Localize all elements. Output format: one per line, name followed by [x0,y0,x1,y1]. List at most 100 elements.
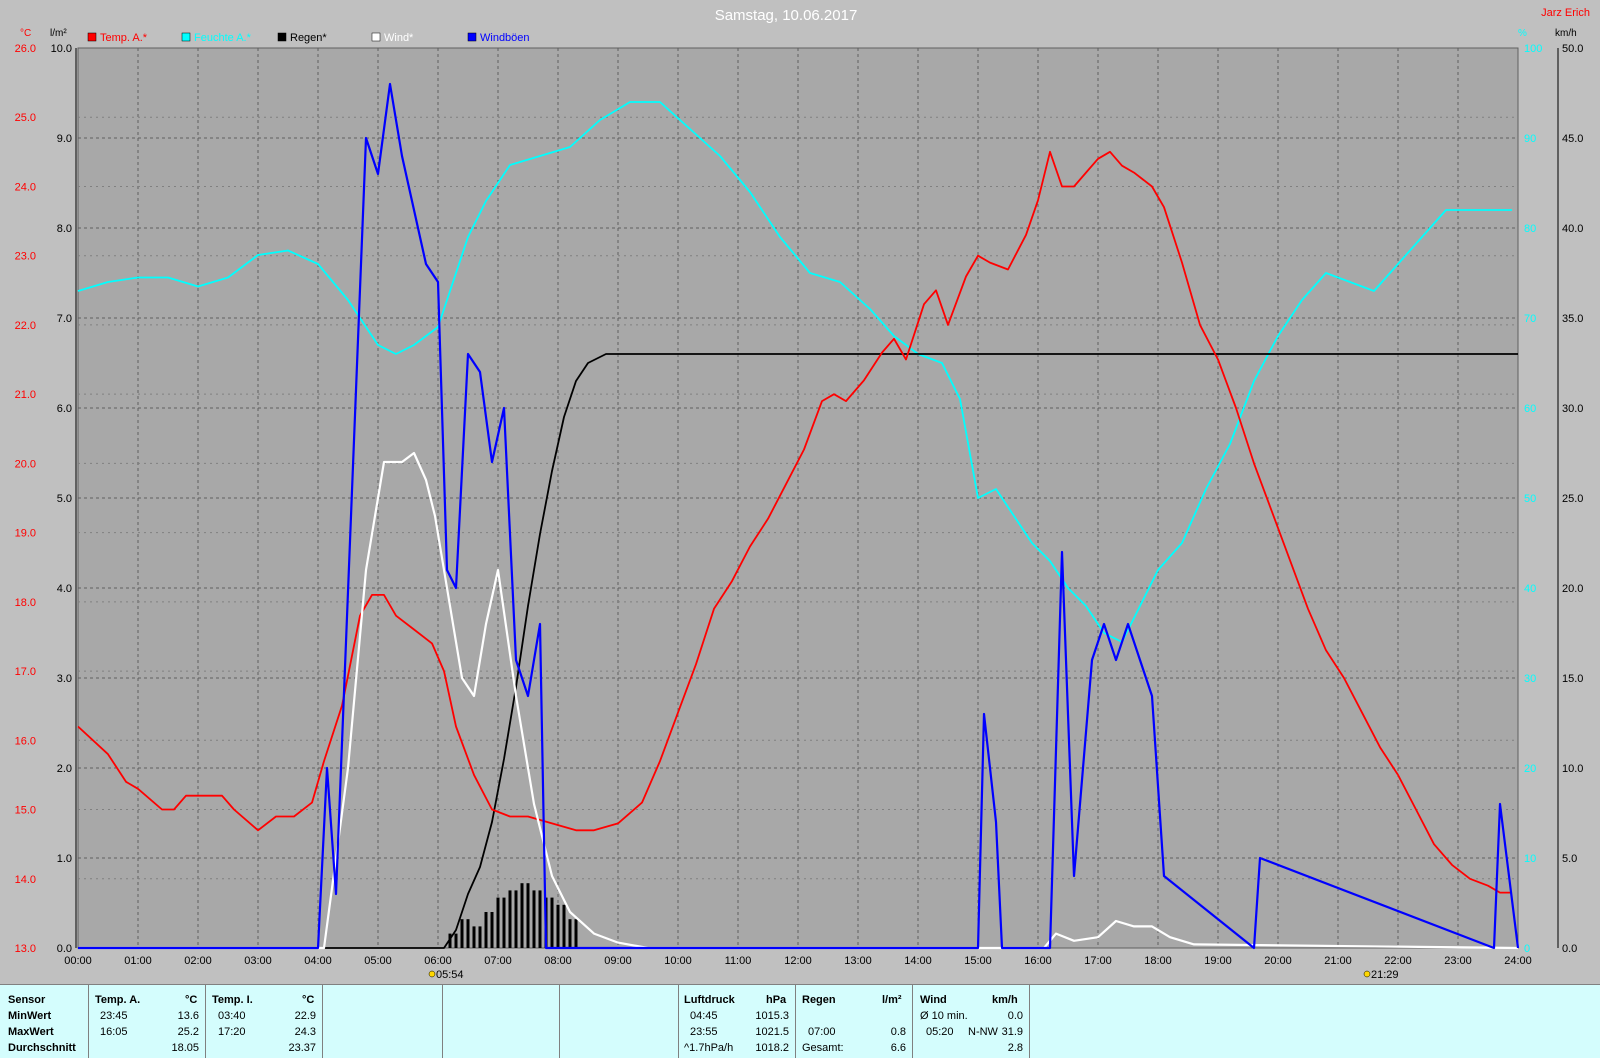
temp-a-max: 25.2 [177,1026,199,1038]
temp-i-min-time: 03:40 [218,1010,246,1022]
wind-avg-label: Ø 10 min. [920,1010,968,1022]
humidity-tick-label: 30 [1524,673,1536,685]
rain-bar [484,912,488,948]
temp-tick-label: 21.0 [15,389,36,401]
temp-tick-label: 13.0 [15,943,36,955]
wind-max: 31.9 [1001,1026,1023,1038]
wind-avg: 0.0 [1007,1010,1023,1022]
temp-a-max-time: 16:05 [100,1026,128,1038]
pressure-max: 1021.5 [755,1026,789,1038]
wind-mean: 2.8 [1007,1042,1023,1054]
legend-label: Windböen [480,32,530,44]
rain-tick-label: 4.0 [57,583,72,595]
rain-bar [478,926,482,948]
temp-tick-label: 18.0 [15,597,36,609]
sunset-label: 21:29 [1371,969,1399,981]
sunrise-marker [428,970,436,978]
rain-tick-label: 7.0 [57,313,72,325]
sunrise-label: 05:54 [436,969,464,981]
rain-bar [556,904,560,948]
rain-bar [532,890,536,948]
rain-tick-label: 9.0 [57,133,72,145]
wind-tick-label: 35.0 [1562,313,1583,325]
temp-tick-label: 25.0 [15,112,36,124]
author-label: Jarz Erich [1541,7,1590,19]
time-tick-label: 03:00 [244,955,272,967]
wind-tick-label: 25.0 [1562,493,1583,505]
rain-bar [496,897,500,948]
humidity-tick-label: 90 [1524,133,1536,145]
sunset-marker [1363,970,1371,978]
wind-tick-label: 0.0 [1562,943,1577,955]
temp-a-min: 13.6 [177,1010,199,1022]
temp-a-header: Temp. A. [95,994,141,1006]
row-label-max: MaxWert [8,1026,54,1038]
rain-bar [538,890,542,948]
time-tick-label: 18:00 [1144,955,1172,967]
humidity-tick-label: 100 [1524,43,1542,55]
wind-tick-label: 30.0 [1562,403,1583,415]
time-tick-label: 20:00 [1264,955,1292,967]
time-tick-label: 09:00 [604,955,632,967]
humidity-tick-label: 20 [1524,763,1536,775]
humidity-tick-label: 0 [1524,943,1530,955]
temp-tick-label: 20.0 [15,458,36,470]
temp-i-min: 22.9 [294,1010,316,1022]
wind-max-time: 05:20 [926,1026,954,1038]
rain-bar [526,883,530,948]
humidity-unit: % [1518,28,1527,39]
rain-bar [550,897,554,948]
time-tick-label: 17:00 [1084,955,1112,967]
wind-max-dir: N-NW [968,1026,998,1038]
wind-tick-label: 15.0 [1562,673,1583,685]
rain-bar [472,926,476,948]
wind-tick-label: 50.0 [1562,43,1583,55]
temp-a-min-time: 23:45 [100,1010,128,1022]
rain-bar [490,912,494,948]
wind-unit: km/h [992,994,1018,1006]
time-tick-label: 13:00 [844,955,872,967]
time-tick-label: 05:00 [364,955,392,967]
time-tick-label: 06:00 [424,955,452,967]
pressure-unit: hPa [766,994,787,1006]
temp-tick-label: 17.0 [15,666,36,678]
rain-tick-label: 0.0 [57,943,72,955]
temp-i-avg: 23.37 [288,1042,316,1054]
wind-tick-label: 20.0 [1562,583,1583,595]
temp-i-unit: °C [302,994,315,1006]
rain-bar [466,919,470,948]
pressure-max-time: 23:55 [690,1026,718,1038]
time-tick-label: 01:00 [124,955,152,967]
temp-unit: °C [20,28,31,39]
statistics-table: Sensor MinWert MaxWert Durchschnitt Temp… [0,984,1600,1058]
temp-tick-label: 22.0 [15,320,36,332]
time-tick-label: 04:00 [304,955,332,967]
legend-swatch [371,32,381,42]
pressure-header: Luftdruck [684,994,735,1006]
temp-tick-label: 14.0 [15,874,36,886]
time-tick-label: 12:00 [784,955,812,967]
temp-tick-label: 15.0 [15,805,36,817]
temp-i-header: Temp. I. [212,994,253,1006]
time-tick-label: 24:00 [1504,955,1532,967]
temp-a-unit: °C [185,994,198,1006]
time-tick-label: 11:00 [725,955,752,967]
humidity-tick-label: 60 [1524,403,1536,415]
rain-total: 6.6 [890,1042,906,1054]
temp-tick-label: 23.0 [15,251,36,263]
humidity-tick-label: 50 [1524,493,1536,505]
time-tick-label: 16:00 [1024,955,1052,967]
rain-tick-label: 3.0 [57,673,72,685]
wind-tick-label: 40.0 [1562,223,1583,235]
rain-tick-label: 1.0 [57,853,72,865]
pressure-last: 1018.2 [755,1042,789,1054]
wind-tick-label: 10.0 [1562,763,1583,775]
rain-tick-label: 8.0 [57,223,72,235]
time-tick-label: 00:00 [64,955,92,967]
legend-swatch [87,32,97,42]
rain-bar [562,904,566,948]
humidity-tick-label: 40 [1524,583,1536,595]
legend-swatch [467,32,477,42]
time-tick-label: 14:00 [904,955,932,967]
rain-bar [514,890,518,948]
